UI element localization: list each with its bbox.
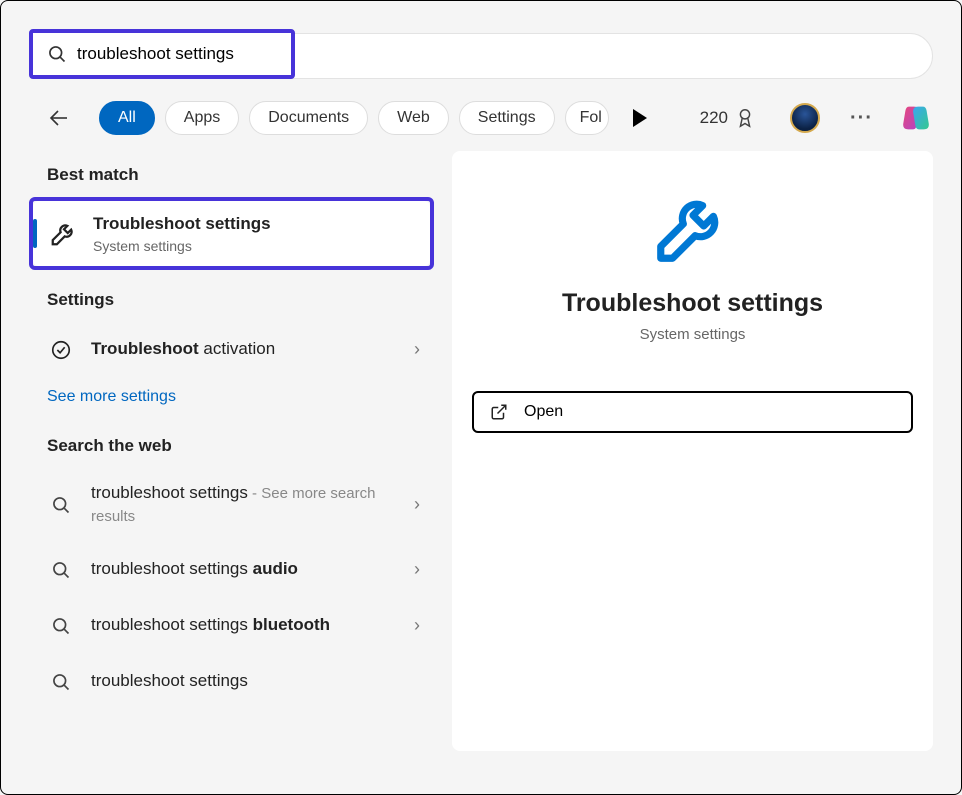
web-item-bold: audio <box>253 559 298 578</box>
settings-result-item[interactable]: Troubleshoot activation › <box>29 322 434 378</box>
settings-item-bold: Troubleshoot <box>91 339 199 358</box>
preview-panel: Troubleshoot settings System settings Op… <box>452 151 933 751</box>
best-match-subtitle: System settings <box>93 238 416 254</box>
rewards-points[interactable]: 220 <box>700 107 756 129</box>
preview-subtitle: System settings <box>640 326 746 343</box>
web-item-bold: bluetooth <box>253 615 330 634</box>
arrow-left-icon <box>47 106 71 130</box>
search-icon <box>47 491 75 519</box>
best-match-highlight: Troubleshoot settings System settings <box>29 197 434 270</box>
medal-icon <box>734 107 756 129</box>
filter-chip-web[interactable]: Web <box>378 101 449 135</box>
best-match-item[interactable]: Troubleshoot settings System settings <box>33 201 430 266</box>
web-result-item[interactable]: troubleshoot settings - See more search … <box>29 468 434 542</box>
open-external-icon <box>490 403 508 421</box>
user-avatar[interactable] <box>790 103 820 133</box>
wrench-icon <box>47 216 81 250</box>
best-match-title: Troubleshoot settings <box>93 214 271 233</box>
web-result-item[interactable]: troubleshoot settings audio › <box>29 542 434 598</box>
chevron-right-icon: › <box>414 615 420 636</box>
search-input[interactable] <box>77 44 277 64</box>
web-item-main: troubleshoot settings <box>91 671 248 690</box>
chevron-right-icon: › <box>414 494 420 515</box>
search-bar[interactable] <box>33 33 291 75</box>
copilot-icon[interactable] <box>899 101 933 135</box>
wrench-icon <box>650 183 736 269</box>
more-menu[interactable]: ··· <box>850 107 873 130</box>
search-icon <box>47 668 75 696</box>
filter-chip-all[interactable]: All <box>99 101 155 135</box>
web-item-main: troubleshoot settings <box>91 615 253 634</box>
filter-chip-settings[interactable]: Settings <box>459 101 555 135</box>
best-match-label: Best match <box>29 151 434 197</box>
web-item-main: troubleshoot settings <box>91 483 248 502</box>
chevron-right-icon: › <box>414 559 420 580</box>
web-result-item[interactable]: troubleshoot settings <box>29 654 434 696</box>
chevron-right-icon: › <box>414 339 420 360</box>
back-button[interactable] <box>45 104 73 132</box>
search-icon <box>47 556 75 584</box>
results-column: Best match Troubleshoot settings System … <box>29 151 434 751</box>
settings-item-suffix: activation <box>199 339 276 358</box>
filter-row: All Apps Documents Web Settings Fol 220 … <box>1 79 961 151</box>
preview-title: Troubleshoot settings <box>562 289 823 318</box>
web-result-item[interactable]: troubleshoot settings bluetooth › <box>29 598 434 654</box>
check-circle-icon <box>47 336 75 364</box>
search-highlight-box <box>29 29 295 79</box>
search-icon <box>47 612 75 640</box>
open-button-label: Open <box>524 403 563 421</box>
search-icon <box>47 44 67 64</box>
points-value: 220 <box>700 108 728 128</box>
play-icon[interactable] <box>633 109 647 127</box>
web-section-label: Search the web <box>29 422 434 468</box>
web-item-main: troubleshoot settings <box>91 559 253 578</box>
settings-section-label: Settings <box>29 276 434 322</box>
open-button[interactable]: Open <box>472 391 913 433</box>
see-more-settings-link[interactable]: See more settings <box>29 378 434 422</box>
filter-chip-apps[interactable]: Apps <box>165 101 239 135</box>
filter-chip-documents[interactable]: Documents <box>249 101 368 135</box>
filter-chip-more[interactable]: Fol <box>565 101 609 135</box>
